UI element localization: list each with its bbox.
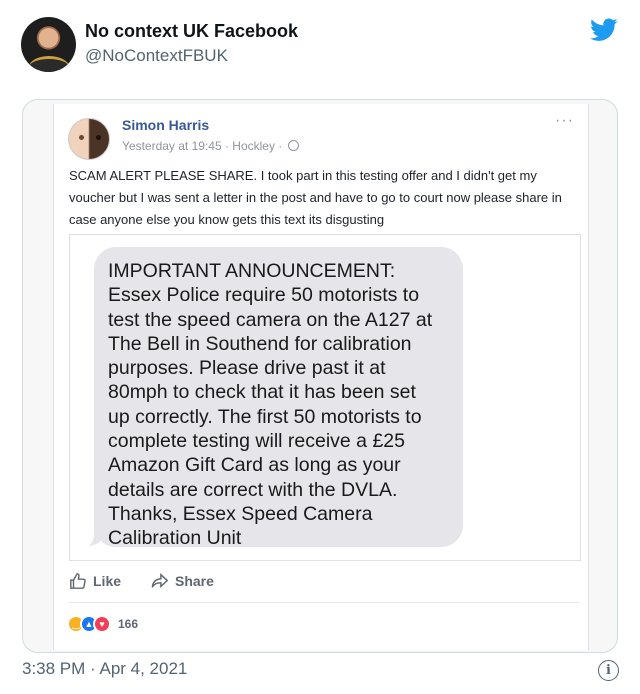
globe-icon bbox=[287, 140, 299, 151]
sms-line: The Bell in Southend for calibration bbox=[108, 332, 412, 355]
sms-line: Calibration Unit bbox=[108, 527, 242, 550]
sms-message-bubble: IMPORTANT ANNOUNCEMENT: Essex Police req… bbox=[94, 247, 463, 550]
fb-post-meta: Yesterday at 19:45 · Hockley · bbox=[122, 139, 299, 153]
share-arrow-icon bbox=[151, 573, 169, 589]
info-icon[interactable]: i bbox=[598, 660, 619, 681]
sms-line: purposes. Please drive past it at bbox=[108, 357, 386, 380]
fb-share-action: Share bbox=[151, 572, 214, 590]
profile-avatar[interactable] bbox=[21, 17, 76, 72]
sms-line: IMPORTANT ANNOUNCEMENT: bbox=[108, 260, 396, 282]
sms-line: Thanks, Essex Speed Camera bbox=[108, 502, 373, 525]
facebook-post: Simon Harris Yesterday at 19:45 · Hockle… bbox=[53, 104, 589, 650]
display-name[interactable]: No context UK Facebook bbox=[85, 21, 298, 42]
twitter-bird-icon[interactable] bbox=[590, 18, 618, 42]
sms-line: test the speed camera on the A127 at bbox=[108, 308, 433, 331]
sms-line: Amazon Gift Card as long as your bbox=[108, 454, 401, 477]
user-handle[interactable]: @NoContextFBUK bbox=[85, 46, 228, 66]
sms-line: Essex Police require 50 motorists to bbox=[108, 284, 420, 307]
fb-share-label: Share bbox=[175, 573, 214, 589]
thumbs-up-icon bbox=[70, 573, 86, 589]
sms-screenshot: IMPORTANT ANNOUNCEMENT: Essex Police req… bbox=[69, 234, 581, 561]
divider bbox=[69, 602, 579, 603]
love-reaction-icon: ♥ bbox=[93, 615, 111, 633]
attached-photo[interactable]: Simon Harris Yesterday at 19:45 · Hockle… bbox=[22, 99, 618, 653]
tweet-timestamp[interactable]: 3:38 PM · Apr 4, 2021 bbox=[22, 659, 187, 679]
sms-line: complete testing will receive a £25 bbox=[108, 430, 405, 453]
fb-author-avatar bbox=[68, 118, 110, 160]
sms-line: up correctly. The first 50 motorists to bbox=[108, 405, 422, 428]
fb-reaction-count: 166 bbox=[118, 617, 139, 631]
sms-line: details are correct with the DVLA. bbox=[108, 478, 398, 501]
fb-like-action: Like bbox=[69, 572, 121, 590]
fb-reactions: ‿ ▲ ♥ 166 bbox=[67, 615, 138, 633]
more-options-icon: ··· bbox=[555, 112, 574, 129]
fb-post-meta-text: Yesterday at 19:45 · Hockley · bbox=[122, 139, 283, 153]
fb-post-text: SCAM ALERT PLEASE SHARE. I took part in … bbox=[69, 168, 562, 227]
fb-like-label: Like bbox=[93, 573, 122, 589]
fb-author-name: Simon Harris bbox=[122, 117, 210, 133]
sms-line: 80mph to check that it has been set bbox=[108, 381, 416, 404]
